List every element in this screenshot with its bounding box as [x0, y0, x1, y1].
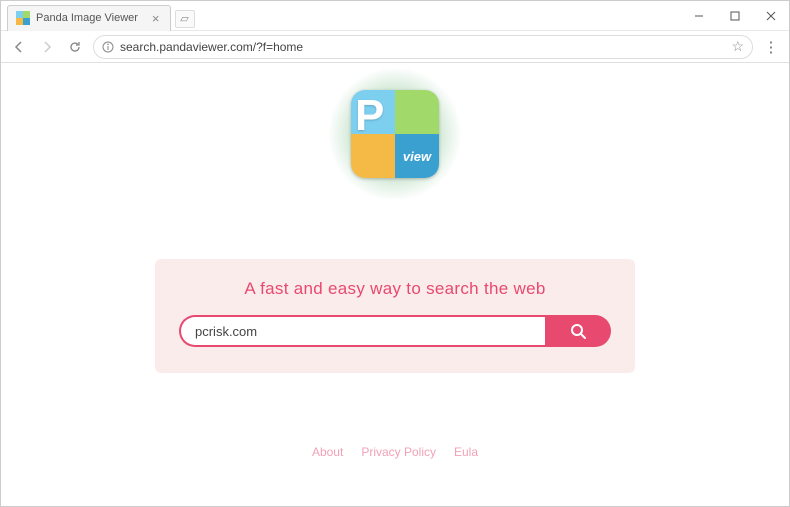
search-input[interactable]	[179, 315, 545, 347]
logo-container: view P	[315, 69, 475, 199]
search-row	[179, 315, 611, 347]
back-button[interactable]	[9, 37, 29, 57]
footer-eula-link[interactable]: Eula	[454, 445, 478, 459]
url-input[interactable]	[120, 40, 725, 54]
bookmark-star-icon[interactable]: ☆	[731, 38, 744, 55]
reload-icon	[68, 40, 82, 54]
minimize-button[interactable]	[681, 1, 717, 30]
window-titlebar: Panda Image Viewer × ▱	[1, 1, 789, 31]
maximize-button[interactable]	[717, 1, 753, 30]
logo-glow: view	[315, 69, 475, 199]
tab-favicon-icon	[16, 11, 30, 25]
info-icon[interactable]	[102, 41, 114, 53]
window-controls	[681, 1, 789, 30]
new-tab-button[interactable]: ▱	[175, 10, 195, 28]
footer-links: About Privacy Policy Eula	[312, 445, 478, 459]
footer-privacy-link[interactable]: Privacy Policy	[361, 445, 436, 459]
maximize-icon	[730, 11, 740, 21]
address-bar: ☆ ⋮	[1, 31, 789, 63]
close-window-button[interactable]	[753, 1, 789, 30]
close-icon	[766, 11, 776, 21]
page-content: view P A fast and easy way to search the…	[1, 63, 789, 506]
tab-close-icon[interactable]: ×	[152, 11, 160, 26]
browser-tab[interactable]: Panda Image Viewer ×	[7, 5, 171, 31]
reload-button[interactable]	[65, 37, 85, 57]
footer-about-link[interactable]: About	[312, 445, 343, 459]
browser-menu-button[interactable]: ⋮	[761, 38, 781, 56]
search-tagline: A fast and easy way to search the web	[179, 279, 611, 299]
address-field[interactable]: ☆	[93, 35, 753, 59]
logo-letter: P	[355, 91, 384, 141]
logo-subtext: view	[403, 149, 431, 164]
arrow-right-icon	[40, 40, 54, 54]
search-icon	[569, 322, 587, 340]
minimize-icon	[694, 11, 704, 21]
forward-button[interactable]	[37, 37, 57, 57]
arrow-left-icon	[12, 40, 26, 54]
search-card: A fast and easy way to search the web	[155, 259, 635, 373]
tab-title: Panda Image Viewer	[36, 12, 138, 24]
search-button[interactable]	[545, 315, 611, 347]
